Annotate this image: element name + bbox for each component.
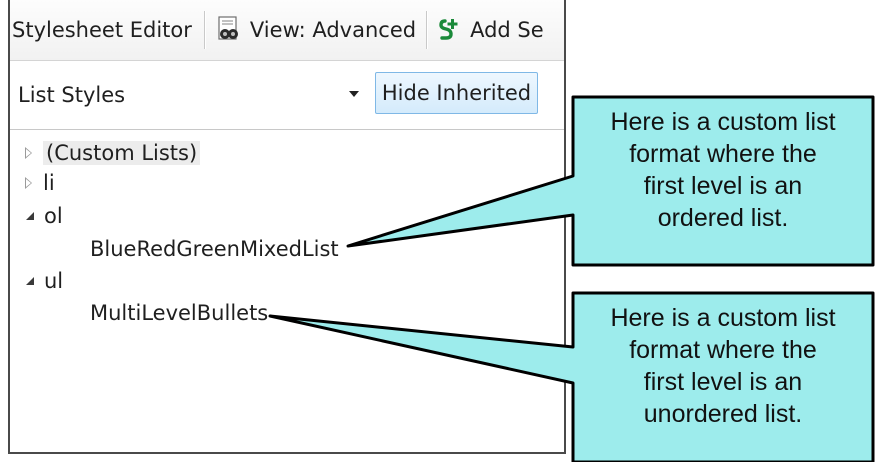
callout-line: Here is a custom list (610, 108, 836, 136)
callout-line: first level is an (643, 368, 803, 396)
style-type-dropdown[interactable]: List Styles (10, 75, 365, 115)
screenshot-stage: Stylesheet Editor View: Advanced Add Se … (0, 0, 878, 462)
toolbar: Stylesheet Editor View: Advanced Add Se (10, 0, 564, 61)
tree-item-label: (Custom Lists) (43, 141, 201, 165)
tree-item-custom-lists[interactable]: (Custom Lists) (25, 138, 201, 168)
expand-arrow-icon[interactable] (25, 147, 33, 159)
tree-item-ul[interactable]: ul (26, 266, 63, 296)
stylesheet-editor-panel: Stylesheet Editor View: Advanced Add Se … (8, 0, 566, 454)
collapse-arrow-icon[interactable] (26, 212, 34, 220)
callout-line: ordered list. (657, 204, 789, 232)
tree-item-bluered-list[interactable]: BlueRedGreenMixedList (90, 234, 339, 264)
hide-inherited-button[interactable]: Hide Inherited (375, 72, 538, 114)
tree-item-label: MultiLevelBullets (90, 301, 269, 325)
style-tree: (Custom Lists) li ol BlueRedGreenMixedLi… (10, 130, 564, 452)
add-selector-button[interactable]: Add Se (428, 0, 554, 60)
tree-item-label: BlueRedGreenMixedList (90, 237, 339, 261)
collapse-arrow-icon[interactable] (26, 277, 34, 285)
tree-item-label: ul (44, 269, 64, 293)
tree-item-label: li (43, 171, 55, 195)
add-selector-icon (438, 18, 460, 42)
callout-text-unordered: Here is a custom list format where the f… (576, 302, 870, 430)
expand-arrow-icon[interactable] (25, 177, 33, 189)
chevron-down-icon (349, 91, 359, 97)
view-advanced-button[interactable]: View: Advanced (206, 0, 426, 60)
add-selector-label: Add Se (470, 18, 544, 42)
tree-item-label: ol (44, 204, 63, 228)
editor-title: Stylesheet Editor (12, 18, 192, 42)
callout-line: format where the (629, 140, 817, 168)
tree-item-li[interactable]: li (25, 168, 55, 198)
view-advanced-icon (216, 16, 240, 44)
callout-line: format where the (629, 336, 817, 364)
tree-item-ol[interactable]: ol (26, 201, 63, 231)
callout-line: unordered list. (643, 400, 803, 428)
callout-text-ordered: Here is a custom list format where the f… (576, 106, 870, 234)
tree-item-multilevel-bullets[interactable]: MultiLevelBullets (90, 298, 268, 328)
callout-line: Here is a custom list (610, 304, 836, 332)
style-type-value: List Styles (18, 83, 126, 107)
view-advanced-label: View: Advanced (249, 18, 417, 42)
callout-line: first level is an (643, 172, 803, 200)
